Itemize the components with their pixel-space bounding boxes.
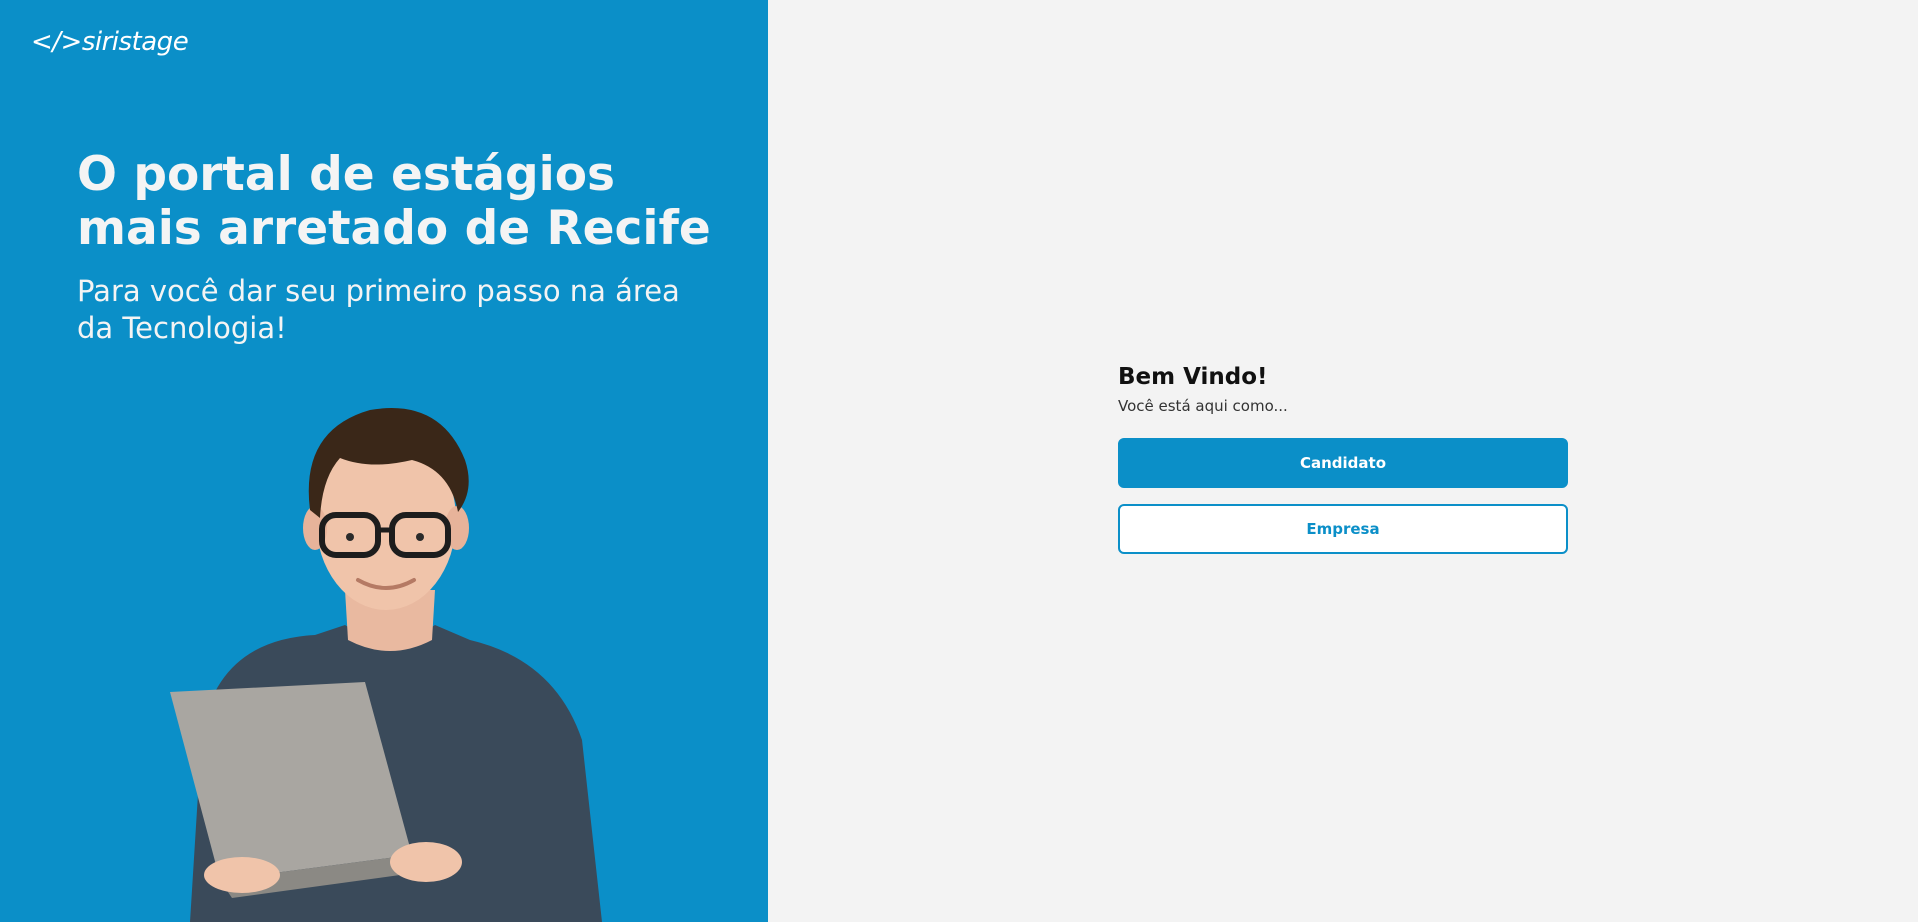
hero-title: O portal de estágios mais arretado de Re… bbox=[77, 147, 711, 256]
siristage-logo[interactable]: </>siristage bbox=[31, 27, 189, 57]
hero-panel: </>siristage O portal de estágios mais a… bbox=[0, 0, 768, 922]
company-button[interactable]: Empresa bbox=[1118, 504, 1568, 554]
welcome-card: Bem Vindo! Você está aqui como... Candid… bbox=[1118, 362, 1568, 554]
hero-subtitle: Para você dar seu primeiro passo na área… bbox=[77, 274, 680, 345]
student-with-laptop-photo bbox=[170, 408, 602, 922]
candidate-button[interactable]: Candidato bbox=[1118, 438, 1568, 488]
role-selection-panel: Bem Vindo! Você está aqui como... Candid… bbox=[768, 0, 1918, 922]
welcome-title: Bem Vindo! bbox=[1118, 364, 1268, 390]
welcome-page: </>siristage O portal de estágios mais a… bbox=[0, 0, 1918, 922]
welcome-subtitle: Você está aqui como... bbox=[1118, 397, 1288, 415]
